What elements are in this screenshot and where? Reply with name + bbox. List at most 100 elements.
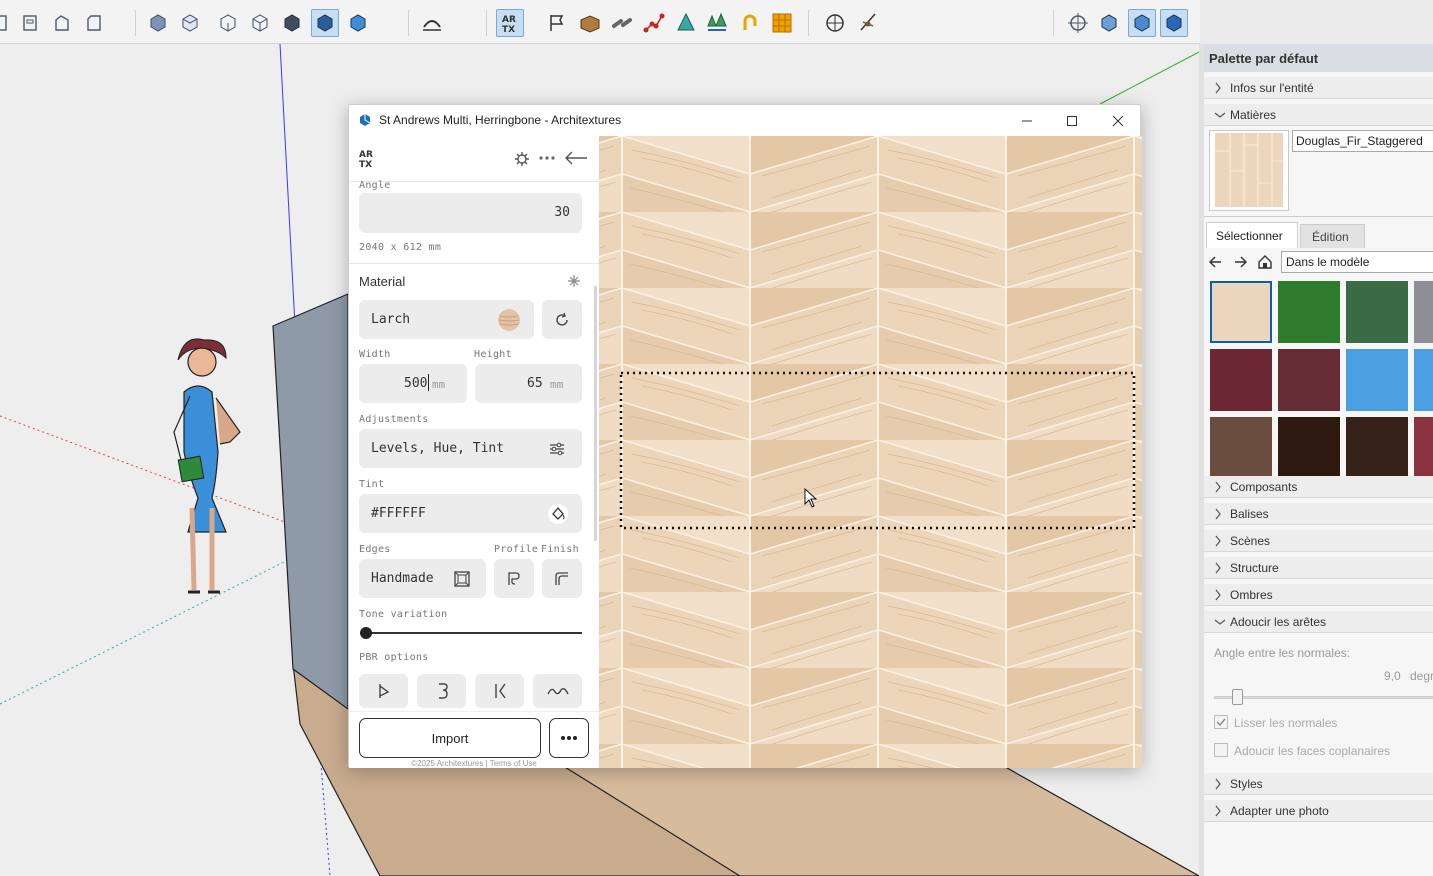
finish-button[interactable] bbox=[542, 559, 582, 598]
cube-b-icon[interactable] bbox=[1128, 9, 1156, 37]
forward-nav-icon[interactable] bbox=[1233, 255, 1247, 269]
settings-icon[interactable] bbox=[514, 151, 530, 167]
angle-input[interactable]: 30 bbox=[359, 193, 582, 233]
material-swatch[interactable] bbox=[1210, 349, 1272, 411]
pbr-displacement-button[interactable] bbox=[533, 674, 582, 708]
tab-edit[interactable]: Édition bbox=[1300, 224, 1365, 248]
materials-section[interactable]: Matières bbox=[1204, 104, 1433, 126]
tags-section[interactable]: Balises bbox=[1204, 503, 1433, 525]
house-outline-icon[interactable] bbox=[48, 9, 76, 37]
normals-slider-track[interactable] bbox=[1214, 696, 1433, 699]
home-icon[interactable] bbox=[1257, 254, 1273, 270]
minimize-button[interactable] bbox=[1007, 108, 1047, 134]
tint-value: #FFFFFF bbox=[371, 506, 426, 521]
outliner-section[interactable]: Structure bbox=[1204, 557, 1433, 579]
more-horizontal-icon[interactable] bbox=[538, 155, 556, 161]
styles-section[interactable]: Styles bbox=[1204, 773, 1433, 795]
square-icon[interactable] bbox=[80, 9, 108, 37]
pbr-bump-button[interactable] bbox=[417, 674, 466, 708]
refresh-button[interactable] bbox=[542, 300, 582, 339]
wall-box bbox=[272, 293, 349, 711]
material-swatch[interactable] bbox=[1346, 281, 1408, 343]
tone-slider-track[interactable] bbox=[364, 632, 582, 634]
normals-angle-unit: degr bbox=[1410, 669, 1433, 683]
material-swatch[interactable] bbox=[1414, 281, 1433, 343]
material-swatch[interactable] bbox=[1414, 417, 1433, 479]
normals-slider-thumb[interactable] bbox=[1232, 689, 1243, 705]
material-swatch[interactable] bbox=[1346, 417, 1408, 479]
svg-text:AR: AR bbox=[359, 150, 373, 160]
width-input[interactable]: 500 mm bbox=[359, 364, 467, 403]
finish-icon bbox=[555, 571, 568, 585]
scale-figure bbox=[173, 338, 241, 594]
grid-tile-icon[interactable] bbox=[768, 9, 796, 37]
back-nav-icon[interactable] bbox=[1209, 255, 1223, 269]
material-select[interactable]: Larch bbox=[359, 300, 534, 339]
material-swatch[interactable] bbox=[1278, 281, 1340, 343]
window-titlebar[interactable]: St Andrews Multi, Herringbone - Architex… bbox=[349, 105, 1140, 136]
material-swatch[interactable] bbox=[1210, 281, 1272, 343]
back-view-icon[interactable] bbox=[278, 9, 306, 37]
close-button[interactable] bbox=[1098, 108, 1138, 134]
material-title: Material bbox=[359, 274, 406, 289]
shadows-section[interactable]: Ombres bbox=[1204, 584, 1433, 606]
wireframe-style-icon[interactable] bbox=[344, 9, 372, 37]
paint-bucket-icon[interactable] bbox=[547, 503, 569, 525]
entity-info-section[interactable]: Infos sur l'entité bbox=[1204, 77, 1433, 99]
gold-shape-icon[interactable] bbox=[736, 9, 764, 37]
match-photo-section[interactable]: Adapter une photo bbox=[1204, 800, 1433, 822]
pbr-normal-button[interactable] bbox=[359, 674, 408, 708]
collection-select[interactable]: Dans le modèle bbox=[1281, 251, 1433, 273]
maximize-button[interactable] bbox=[1052, 108, 1092, 134]
more-options-button[interactable] bbox=[549, 718, 589, 758]
dots-path-icon[interactable] bbox=[640, 9, 668, 37]
sketchup-logo-icon bbox=[360, 114, 371, 126]
panel-scrollbar[interactable] bbox=[594, 286, 597, 541]
cube-a-icon[interactable] bbox=[1095, 9, 1123, 37]
tab-select[interactable]: Sélectionner bbox=[1206, 222, 1298, 248]
adjustments-button[interactable]: Levels, Hue, Tint bbox=[359, 429, 582, 468]
soften-edges-section[interactable]: Adoucir les arêtes bbox=[1204, 611, 1433, 633]
profile-button[interactable] bbox=[494, 559, 534, 598]
right-view-icon[interactable] bbox=[246, 9, 274, 37]
import-button[interactable]: Import bbox=[359, 718, 541, 758]
cabinet-icon[interactable] bbox=[16, 9, 44, 37]
material-swatch[interactable] bbox=[1210, 417, 1272, 479]
scenes-section[interactable]: Scènes bbox=[1204, 530, 1433, 552]
left-view-icon[interactable] bbox=[311, 9, 339, 37]
front-view-icon[interactable] bbox=[214, 9, 242, 37]
material-swatch[interactable] bbox=[1278, 349, 1340, 411]
material-swatch[interactable] bbox=[1346, 349, 1408, 411]
iso-view-icon[interactable] bbox=[144, 9, 172, 37]
box-icon[interactable] bbox=[576, 9, 604, 37]
footer-links[interactable]: ©2025 Architextures | Terms of Use bbox=[349, 759, 599, 768]
compass-icon[interactable] bbox=[1064, 9, 1092, 37]
height-input[interactable]: 65 mm bbox=[475, 364, 582, 403]
soften-coplanar-checkbox[interactable] bbox=[1214, 743, 1228, 757]
texture-preview[interactable] bbox=[599, 136, 1142, 768]
material-swatch[interactable] bbox=[1278, 417, 1340, 479]
chevron-right-icon bbox=[1215, 805, 1221, 817]
cone-icon[interactable] bbox=[672, 9, 700, 37]
pbr-label: PBR options bbox=[359, 652, 429, 663]
cube-c-icon[interactable] bbox=[1160, 9, 1188, 37]
top-view-icon[interactable] bbox=[176, 9, 204, 37]
edges-select[interactable]: Handmade bbox=[359, 559, 486, 598]
trees-icon[interactable] bbox=[703, 9, 731, 37]
page-icon[interactable] bbox=[0, 9, 14, 37]
architextures-icon[interactable]: AR TX bbox=[496, 9, 524, 37]
material-swatch[interactable] bbox=[1414, 349, 1433, 411]
pbr-roughness-button[interactable] bbox=[475, 674, 524, 708]
components-section[interactable]: Composants bbox=[1204, 476, 1433, 498]
tint-input[interactable]: #FFFFFF bbox=[359, 494, 582, 533]
smooth-normals-checkbox[interactable] bbox=[1214, 715, 1228, 729]
link-icon[interactable] bbox=[608, 9, 636, 37]
pin-icon[interactable] bbox=[854, 9, 882, 37]
back-arrow-icon[interactable] bbox=[563, 150, 589, 166]
target-icon[interactable] bbox=[821, 9, 849, 37]
flag-icon[interactable] bbox=[543, 9, 571, 37]
arc-sweep-icon[interactable] bbox=[418, 9, 446, 37]
tone-slider-thumb[interactable] bbox=[360, 627, 372, 639]
material-name-field[interactable]: Douglas_Fir_Staggered bbox=[1292, 130, 1433, 152]
sparkle-icon[interactable] bbox=[567, 274, 581, 288]
